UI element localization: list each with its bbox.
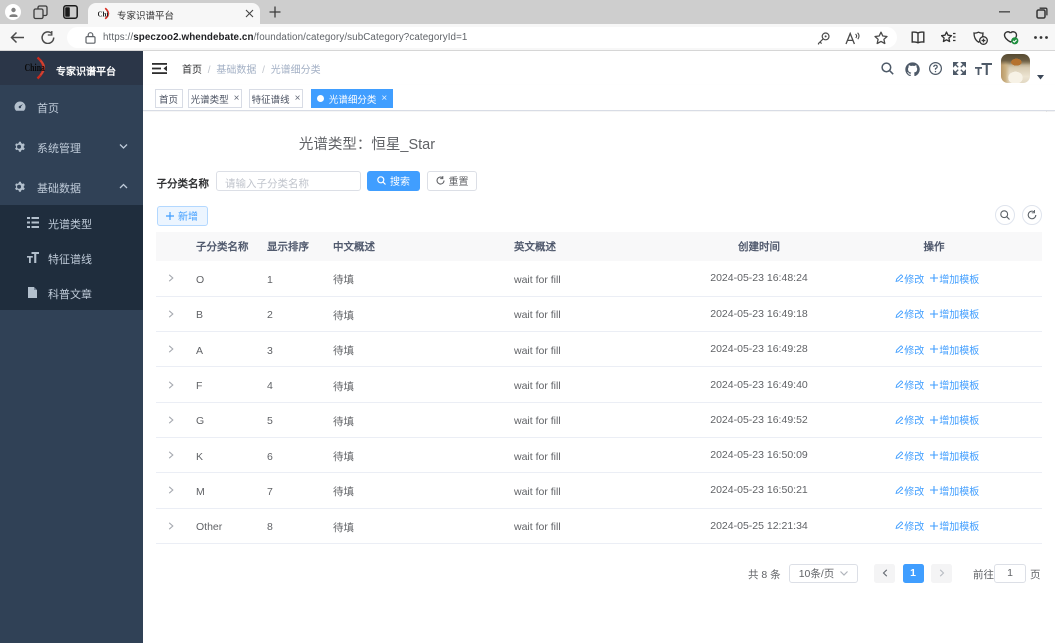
svg-text:Chi: Chi — [98, 11, 108, 19]
svg-text:China: China — [25, 63, 45, 74]
